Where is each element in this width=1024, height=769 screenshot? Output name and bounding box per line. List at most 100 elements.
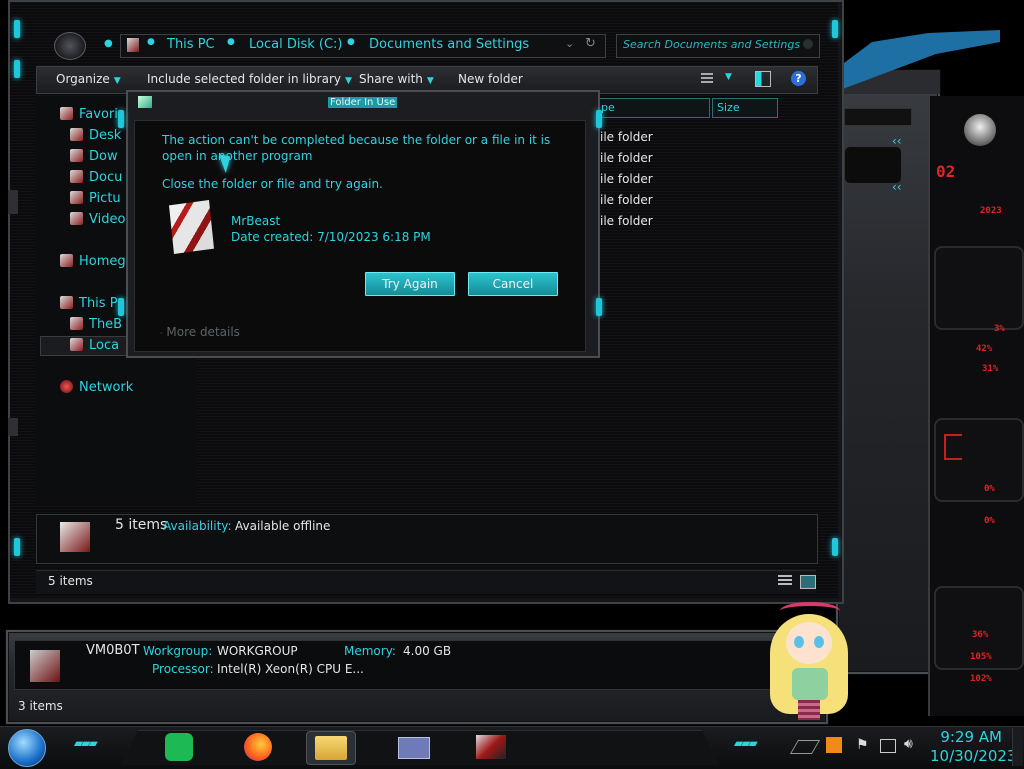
chevron-down-icon: ▼ [344,76,352,86]
desktop-mascot-character [760,596,860,722]
nav-item-videos[interactable]: Video [70,212,125,227]
nav-item-local-disk[interactable]: Loca [70,338,119,353]
nav-item-homegroup[interactable]: Homeg [60,254,126,269]
file-name: MrBeast [231,214,281,228]
mascot-dress [792,668,828,700]
breadcrumb-local-disk[interactable]: Local Disk (C:) [249,37,342,52]
folder-icon [127,38,139,52]
gadget-graph [944,434,962,460]
new-folder-button[interactable]: New folder [458,72,523,86]
frame-light [14,20,20,38]
column-header-type[interactable]: pe [596,98,710,118]
alien-logo-icon [964,114,996,146]
chevron-left-icon[interactable]: ‹‹ [892,134,902,148]
chevron-down-icon: ▼ [426,76,434,86]
separator-icon: ● [147,37,155,47]
gadget-value: 105% [970,652,992,662]
frame-light [14,538,20,556]
address-bar[interactable]: ● This PC ● Local Disk (C:) ● Documents … [120,34,606,58]
show-desktop-button[interactable] [1012,728,1023,766]
include-library-button[interactable]: Include selected folder in library ▼ [147,72,352,86]
nav-item-thebeast[interactable]: TheB [70,317,122,332]
workgroup-label: Workgroup: [143,644,213,658]
large-icons-view-icon[interactable] [800,575,816,589]
clock-date[interactable]: 10/30/2023 [930,747,1016,765]
gadget-value: 36% [972,630,989,640]
frame-light [596,298,602,316]
search-icon[interactable] [803,39,813,49]
nav-item-pictures[interactable]: Pictu [70,191,121,206]
view-options-icon[interactable] [701,73,713,85]
frame-light [832,20,838,38]
share-with-button[interactable]: Share with ▼ [359,72,434,86]
mascot-face [786,622,832,664]
desktop-icon [70,128,83,141]
system-status-text: 3 items [18,699,63,713]
network-tray-icon[interactable] [880,739,896,753]
list-item[interactable]: ile folder [600,172,653,186]
nav-item-network[interactable]: Network [60,380,133,395]
refresh-icon[interactable]: ↻ [585,36,596,51]
status-text: 5 items [48,574,93,588]
scrollbar-thumb[interactable] [8,418,18,436]
chevron-left-icon[interactable]: ‹‹ [892,180,902,194]
chevron-down-icon[interactable]: ⌄ [565,37,574,50]
availability-value: Available offline [235,519,331,533]
taskbar-app-system[interactable] [388,731,436,763]
search-box[interactable]: Search Documents and Settings [616,34,820,58]
mascot-eye [814,636,824,648]
organize-button[interactable]: Organize ▼ [56,72,121,86]
cancel-button[interactable]: Cancel [468,272,558,296]
frame-light [14,60,20,78]
search-input[interactable]: Search Documents and Settings [623,38,800,51]
mascot-eye [794,636,804,648]
breadcrumb-documents-settings[interactable]: Documents and Settings [369,37,529,52]
list-item[interactable]: ile folder [600,193,653,207]
clock-time[interactable]: 9:29 AM [940,728,1002,746]
breadcrumb-this-pc[interactable]: This PC [167,37,215,52]
more-details-toggle[interactable]: · More details [160,325,240,339]
spotify-icon [165,733,193,761]
nav-item-downloads[interactable]: Dow [70,149,118,164]
back-button[interactable] [54,32,86,60]
back-window-field [844,146,902,184]
frame-light [832,538,838,556]
drive-icon [70,338,83,351]
nav-item-favorites[interactable]: Favori [60,107,118,122]
scrollbar-thumb[interactable] [8,190,18,214]
gadget-module [934,418,1024,502]
gadget-label: 2023 [980,206,1002,216]
computer-icon [60,296,73,309]
list-item[interactable]: ile folder [600,130,653,144]
chevron-down-icon[interactable]: ▼ [725,72,732,82]
network-icon [60,380,73,393]
start-button[interactable] [8,729,46,767]
file-explorer-icon [315,736,347,760]
back-window-field [844,108,912,126]
help-icon[interactable]: ? [791,71,806,86]
nav-item-desktop[interactable]: Desk [70,128,121,143]
documents-icon [70,170,83,183]
taskbar-app-spotify[interactable] [156,731,204,763]
processor-label: Processor: [152,662,214,676]
alienware-app-icon [476,735,506,759]
file-date-created: Date created: 7/10/2023 6:18 PM [231,230,431,244]
list-item[interactable]: ile folder [600,214,653,228]
action-center-flag-icon[interactable]: ⚑ [856,737,869,753]
taskbar-app-explorer[interactable] [306,731,356,765]
details-view-icon[interactable] [778,575,792,587]
taskbar-app-alienware[interactable] [466,731,514,763]
memory-value: 4.00 GB [403,644,452,658]
tray-app-icon[interactable] [826,737,842,753]
gadget-label: 02 [936,162,956,181]
taskbar-app-firefox[interactable] [234,731,282,763]
preview-pane-icon[interactable] [755,71,771,87]
try-again-button[interactable]: Try Again [365,272,455,296]
recent-pages-icon[interactable]: ● [104,38,113,49]
list-item[interactable]: ile folder [600,151,653,165]
column-header-size[interactable]: Size [712,98,778,118]
frame-light [118,110,124,128]
nav-item-documents[interactable]: Docu [70,170,122,185]
volume-icon[interactable]: 🔊︎ [904,736,913,752]
nav-item-this-pc[interactable]: This P [60,296,118,311]
